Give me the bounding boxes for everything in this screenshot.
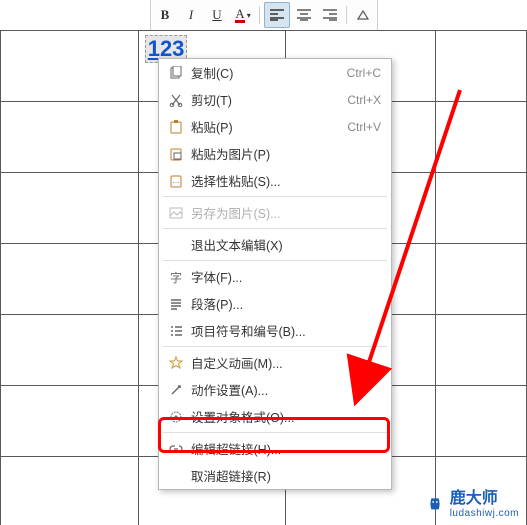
paste-icon xyxy=(165,120,187,134)
menu-paste-special[interactable]: ⋯ 选择性粘贴(S)... xyxy=(159,167,391,194)
underline-icon: U xyxy=(212,7,221,23)
menu-bullets-numbering[interactable]: 项目符号和编号(B)... xyxy=(159,317,391,344)
bullets-icon xyxy=(165,324,187,338)
menu-label: 编辑超链接(H)... xyxy=(187,439,381,458)
context-menu: 复制(C) Ctrl+C 剪切(T) Ctrl+X 粘贴(P) Ctrl+V 粘… xyxy=(158,58,392,490)
menu-label: 动作设置(A)... xyxy=(187,380,381,399)
menu-label: 项目符号和编号(B)... xyxy=(187,321,381,340)
cell[interactable] xyxy=(436,31,527,102)
separator xyxy=(346,6,347,24)
font-color-icon: A xyxy=(235,8,244,23)
menu-label: 另存为图片(S)... xyxy=(187,203,381,222)
copy-icon xyxy=(165,66,187,80)
menu-separator xyxy=(163,196,387,197)
bold-button[interactable]: B xyxy=(153,3,177,27)
align-right-icon xyxy=(323,9,337,21)
menu-shortcut: Ctrl+X xyxy=(347,93,381,107)
align-left-button[interactable] xyxy=(264,2,290,28)
svg-text:字: 字 xyxy=(170,270,182,284)
deer-icon xyxy=(424,491,446,513)
logo-domain: ludashiwj.com xyxy=(450,508,519,519)
underline-button[interactable]: U xyxy=(205,3,229,27)
italic-button[interactable]: I xyxy=(179,3,203,27)
menu-label: 复制(C) xyxy=(187,63,347,82)
menu-label: 粘贴(P) xyxy=(187,117,347,136)
align-left-icon xyxy=(270,9,284,21)
menu-shortcut: Ctrl+C xyxy=(347,66,381,80)
cell[interactable] xyxy=(1,386,139,457)
menu-label: 自定义动画(M)... xyxy=(187,353,381,372)
cell[interactable] xyxy=(1,31,139,102)
bold-icon: B xyxy=(161,7,170,23)
animation-icon xyxy=(165,356,187,370)
paste-picture-icon xyxy=(165,147,187,161)
cell[interactable] xyxy=(1,315,139,386)
menu-edit-hyperlink[interactable]: 编辑超链接(H)... xyxy=(159,435,391,462)
menu-format-object[interactable]: 设置对象格式(O)... xyxy=(159,403,391,430)
font-color-button[interactable]: A ▾ xyxy=(231,3,255,27)
cell[interactable] xyxy=(436,315,527,386)
formatting-toolbar: B I U A ▾ xyxy=(150,0,378,31)
cell[interactable] xyxy=(1,457,139,525)
menu-save-as-picture: 另存为图片(S)... xyxy=(159,199,391,226)
cell[interactable] xyxy=(436,386,527,457)
picture-icon xyxy=(165,206,187,220)
menu-label: 设置对象格式(O)... xyxy=(187,407,381,426)
cell[interactable] xyxy=(436,173,527,244)
menu-custom-animation[interactable]: 自定义动画(M)... xyxy=(159,349,391,376)
menu-exit-text-edit[interactable]: 退出文本编辑(X) xyxy=(159,231,391,258)
menu-separator xyxy=(163,260,387,261)
action-icon xyxy=(165,383,187,397)
fill-color-button[interactable] xyxy=(351,3,375,27)
menu-label: 剪切(T) xyxy=(187,90,347,109)
align-center-icon xyxy=(297,9,311,21)
menu-paste[interactable]: 粘贴(P) Ctrl+V xyxy=(159,113,391,140)
menu-label: 退出文本编辑(X) xyxy=(187,235,381,254)
menu-cut[interactable]: 剪切(T) Ctrl+X xyxy=(159,86,391,113)
menu-remove-hyperlink[interactable]: 取消超链接(R) xyxy=(159,462,391,489)
menu-label: 选择性粘贴(S)... xyxy=(187,171,381,190)
italic-icon: I xyxy=(189,7,193,23)
hyperlink-icon xyxy=(165,442,187,456)
menu-paste-as-picture[interactable]: 粘贴为图片(P) xyxy=(159,140,391,167)
menu-separator xyxy=(163,432,387,433)
cell[interactable] xyxy=(436,102,527,173)
menu-shortcut: Ctrl+V xyxy=(347,120,381,134)
separator xyxy=(259,6,260,24)
paragraph-icon xyxy=(165,297,187,311)
cut-icon xyxy=(165,93,187,107)
cell[interactable] xyxy=(1,173,139,244)
menu-paragraph[interactable]: 段落(P)... xyxy=(159,290,391,317)
paste-special-icon: ⋯ xyxy=(165,174,187,188)
svg-text:⋯: ⋯ xyxy=(173,180,180,187)
menu-label: 字体(F)... xyxy=(187,267,381,286)
format-object-icon xyxy=(165,410,187,424)
align-center-button[interactable] xyxy=(292,3,316,27)
cell[interactable] xyxy=(436,244,527,315)
logo-name: 鹿大师 xyxy=(450,490,498,507)
font-icon: 字 xyxy=(165,270,187,284)
menu-label: 段落(P)... xyxy=(187,294,381,313)
cell[interactable] xyxy=(1,244,139,315)
align-right-button[interactable] xyxy=(318,3,342,27)
watermark-logo: 鹿大师 ludashiwj.com xyxy=(424,484,519,519)
menu-separator xyxy=(163,346,387,347)
menu-copy[interactable]: 复制(C) Ctrl+C xyxy=(159,59,391,86)
menu-font[interactable]: 字 字体(F)... xyxy=(159,263,391,290)
menu-separator xyxy=(163,228,387,229)
menu-action-settings[interactable]: 动作设置(A)... xyxy=(159,376,391,403)
menu-label: 粘贴为图片(P) xyxy=(187,144,381,163)
menu-label: 取消超链接(R) xyxy=(187,466,381,485)
cell[interactable] xyxy=(1,102,139,173)
bucket-icon xyxy=(356,8,370,22)
